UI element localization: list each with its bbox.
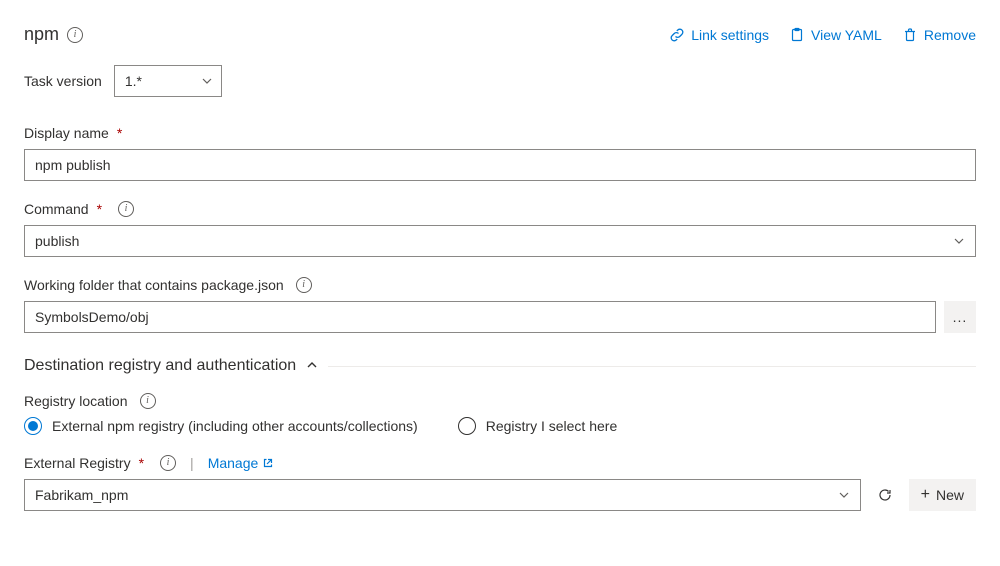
more-icon: ... xyxy=(953,310,968,324)
remove-label: Remove xyxy=(924,27,976,43)
link-settings-button[interactable]: Link settings xyxy=(669,27,769,43)
task-title-group: npm i xyxy=(24,24,83,45)
registry-location-label: Registry location i xyxy=(24,393,156,409)
working-folder-input[interactable] xyxy=(24,301,936,333)
required-indicator: * xyxy=(97,201,102,217)
command-row: Command * i publish xyxy=(24,201,976,257)
chevron-down-icon xyxy=(838,489,850,501)
title-info-icon[interactable]: i xyxy=(67,27,83,43)
external-registry-value: Fabrikam_npm xyxy=(35,487,128,503)
radio-selected-icon xyxy=(24,417,42,435)
link-icon xyxy=(669,27,685,43)
section-title: Destination registry and authentication xyxy=(24,357,296,375)
external-registry-label: External Registry * i | Manage xyxy=(24,455,274,471)
command-select[interactable]: publish xyxy=(24,225,976,257)
display-name-input[interactable] xyxy=(24,149,976,181)
refresh-button[interactable] xyxy=(869,479,901,511)
radio-external-registry[interactable]: External npm registry (including other a… xyxy=(24,417,418,435)
display-name-row: Display name * xyxy=(24,125,976,181)
registry-location-info-icon[interactable]: i xyxy=(140,393,156,409)
chevron-down-icon xyxy=(953,235,965,247)
link-settings-label: Link settings xyxy=(691,27,769,43)
new-label: New xyxy=(936,487,964,503)
destination-section-header[interactable]: Destination registry and authentication xyxy=(24,357,976,375)
radio-registry-select-here[interactable]: Registry I select here xyxy=(458,417,618,435)
working-folder-info-icon[interactable]: i xyxy=(296,277,312,293)
task-version-select[interactable]: 1.* xyxy=(114,65,222,97)
display-name-label: Display name * xyxy=(24,125,122,141)
refresh-icon xyxy=(877,487,893,503)
task-version-value: 1.* xyxy=(125,73,142,89)
command-info-icon[interactable]: i xyxy=(118,201,134,217)
manage-link[interactable]: Manage xyxy=(208,455,275,471)
task-header: npm i Link settings View YAML Remove xyxy=(24,24,976,45)
external-registry-info-icon[interactable]: i xyxy=(160,455,176,471)
task-title: npm xyxy=(24,24,59,45)
chevron-down-icon xyxy=(201,75,213,87)
chevron-up-icon xyxy=(306,358,318,374)
trash-icon xyxy=(902,27,918,43)
radio-unselected-icon xyxy=(458,417,476,435)
working-folder-row: Working folder that contains package.jso… xyxy=(24,277,976,333)
clipboard-icon xyxy=(789,27,805,43)
new-button[interactable]: + New xyxy=(909,479,976,511)
registry-location-row: Registry location i External npm registr… xyxy=(24,393,976,435)
browse-folder-button[interactable]: ... xyxy=(944,301,976,333)
external-registry-row: External Registry * i | Manage Fabrikam_… xyxy=(24,455,976,511)
external-link-icon xyxy=(262,457,274,469)
task-version-row: Task version 1.* xyxy=(24,65,976,97)
plus-icon: + xyxy=(921,487,930,503)
working-folder-label: Working folder that contains package.jso… xyxy=(24,277,312,293)
registry-location-options: External npm registry (including other a… xyxy=(24,417,976,435)
command-value: publish xyxy=(35,233,79,249)
task-version-label: Task version xyxy=(24,73,102,89)
separator: | xyxy=(190,455,194,471)
external-registry-select[interactable]: Fabrikam_npm xyxy=(24,479,861,511)
header-actions: Link settings View YAML Remove xyxy=(669,27,976,43)
view-yaml-label: View YAML xyxy=(811,27,882,43)
required-indicator: * xyxy=(139,455,144,471)
command-label: Command * i xyxy=(24,201,134,217)
section-divider xyxy=(328,366,976,367)
view-yaml-button[interactable]: View YAML xyxy=(789,27,882,43)
required-indicator: * xyxy=(117,125,122,141)
remove-button[interactable]: Remove xyxy=(902,27,976,43)
